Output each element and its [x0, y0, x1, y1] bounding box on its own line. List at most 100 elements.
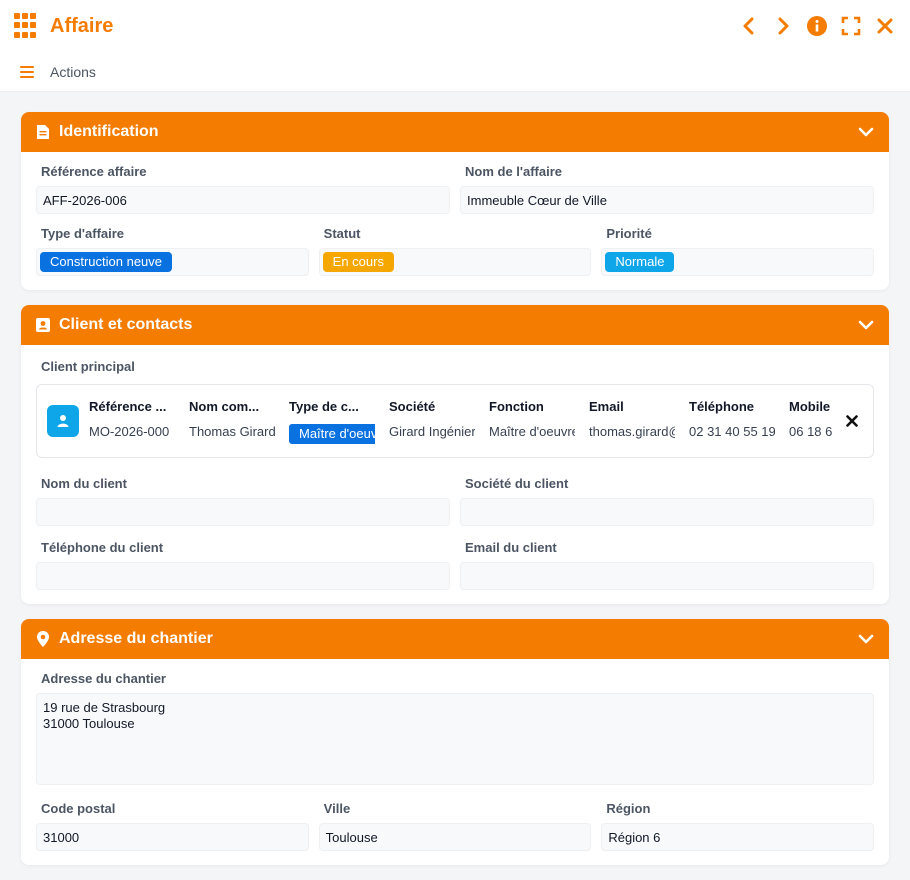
client-col-type: Type de c... Maître d'oeuvre — [289, 399, 389, 444]
address-section: Adresse du chantier Adresse du chantier … — [21, 619, 889, 865]
client-col-value: Thomas Girard — [189, 423, 275, 439]
priority-label: Priorité — [606, 226, 652, 241]
region-label: Région — [606, 801, 651, 816]
client-col-value: MO-2026-000 — [89, 423, 170, 439]
hamburger-menu-icon[interactable] — [20, 65, 34, 78]
client-col-header: Type de c... — [289, 398, 359, 414]
type-field: Type d'affaire Construction neuve — [36, 226, 309, 276]
name-field: Nom de l'affaire Immeuble Cœur de Ville — [460, 164, 874, 214]
main-client-label: Client principal — [41, 359, 135, 374]
chevron-down-icon[interactable] — [857, 123, 875, 141]
remove-client-icon[interactable] — [841, 415, 863, 427]
identification-body: Référence affaire AFF-2026-006 Nom de l'… — [21, 152, 889, 290]
info-icon[interactable] — [806, 15, 828, 37]
postal-code-field: Code postal 31000 — [36, 801, 309, 851]
address-title: Adresse du chantier — [59, 630, 213, 647]
address-row-2: Code postal 31000 Ville Toulouse Région … — [36, 801, 875, 851]
client-col-mobile: Mobile 06 18 6 — [789, 399, 835, 444]
client-col-value: thomas.girard@ — [589, 423, 675, 439]
client-col-value: 02 31 40 55 19 — [689, 423, 775, 439]
client-body: Client principal Référence ... MO-2026-0… — [21, 345, 889, 604]
client-email-field: Email du client — [460, 540, 874, 590]
region-select[interactable]: Région 6 — [601, 823, 875, 851]
site-address-textarea[interactable]: 19 rue de Strasbourg 31000 Toulouse — [36, 693, 874, 785]
region-field: Région Région 6 — [601, 801, 875, 851]
chevron-left-icon[interactable] — [738, 15, 760, 37]
postal-code-label: Code postal — [41, 801, 116, 816]
actions-menu-label[interactable]: Actions — [50, 64, 96, 80]
identification-header[interactable]: Identification — [21, 112, 889, 152]
name-label: Nom de l'affaire — [465, 164, 563, 179]
client-col-function: Fonction Maître d'oeuvre — [489, 399, 589, 444]
client-col-header: Société — [389, 398, 436, 414]
client-row-2: Téléphone du client Email du client — [36, 540, 874, 590]
client-name-label: Nom du client — [41, 476, 127, 491]
client-email-input[interactable] — [460, 562, 874, 590]
window-title: Affaire — [50, 14, 114, 37]
type-label: Type d'affaire — [41, 226, 125, 241]
client-email-label: Email du client — [465, 540, 557, 555]
client-col-value: Maître d'oeuvre — [489, 423, 575, 439]
client-section: Client et contacts Client principal Réfé… — [21, 305, 889, 604]
priority-field: Priorité Normale — [601, 226, 875, 276]
client-phone-label: Téléphone du client — [41, 540, 164, 555]
client-col-phone: Téléphone 02 31 40 55 19 — [689, 399, 789, 444]
client-company-field: Société du client — [460, 476, 874, 526]
priority-select[interactable]: Normale — [601, 248, 875, 276]
address-header[interactable]: Adresse du chantier — [21, 619, 889, 659]
chevron-down-icon[interactable] — [857, 316, 875, 334]
client-col-name: Nom com... Thomas Girard — [189, 399, 289, 444]
client-name-field: Nom du client — [36, 476, 450, 526]
client-phone-input[interactable] — [36, 562, 450, 590]
close-icon[interactable] — [874, 15, 896, 37]
chevron-right-icon[interactable] — [772, 15, 794, 37]
address-body: Adresse du chantier 19 rue de Strasbourg… — [21, 659, 889, 865]
site-address-field: Adresse du chantier 19 rue de Strasbourg… — [36, 671, 874, 785]
main-client-card[interactable]: Référence ... MO-2026-000 Nom com... Tho… — [36, 384, 874, 458]
status-field: Statut En cours — [318, 226, 592, 276]
name-input[interactable]: Immeuble Cœur de Ville — [460, 186, 874, 214]
contact-card-icon — [35, 317, 51, 333]
client-col-header: Mobile — [789, 398, 831, 414]
status-select[interactable]: En cours — [318, 248, 592, 276]
person-icon — [47, 405, 79, 437]
client-type-badge: Maître d'oeuvre — [289, 423, 375, 444]
client-columns: Référence ... MO-2026-000 Nom com... Tho… — [89, 399, 835, 444]
city-label: Ville — [323, 801, 351, 816]
client-row-1: Nom du client Société du client — [36, 476, 874, 526]
client-col-company: Société Girard Ingénierie — [389, 399, 489, 444]
map-pin-icon — [35, 631, 51, 647]
city-input[interactable]: Toulouse — [318, 823, 592, 851]
priority-badge: Normale — [605, 252, 675, 272]
site-address-label: Adresse du chantier — [41, 671, 166, 686]
client-company-label: Société du client — [465, 476, 569, 491]
grid-icon[interactable] — [14, 13, 40, 39]
status-label: Statut — [323, 226, 361, 241]
fullscreen-icon[interactable] — [840, 15, 862, 37]
client-col-header: Email — [589, 398, 624, 414]
identification-title: Identification — [59, 123, 159, 140]
window-header: Affaire — [0, 0, 910, 52]
type-select[interactable]: Construction neuve — [36, 248, 309, 276]
identification-row-2: Type d'affaire Construction neuve Statut… — [36, 226, 875, 276]
client-title: Client et contacts — [59, 316, 193, 333]
client-col-email: Email thomas.girard@ — [589, 399, 689, 444]
document-icon — [35, 124, 51, 140]
postal-code-input[interactable]: 31000 — [36, 823, 309, 851]
client-col-header: Nom com... — [189, 398, 260, 414]
chevron-down-icon[interactable] — [857, 630, 875, 648]
client-phone-field: Téléphone du client — [36, 540, 450, 590]
app-window: Affaire Actions Identification Référence… — [0, 0, 910, 880]
client-col-value: 06 18 6 — [789, 423, 833, 439]
client-name-input[interactable] — [36, 498, 450, 526]
client-col-value: Girard Ingénierie — [389, 423, 475, 439]
client-header[interactable]: Client et contacts — [21, 305, 889, 345]
client-company-input[interactable] — [460, 498, 874, 526]
identification-row-1: Référence affaire AFF-2026-006 Nom de l'… — [36, 164, 874, 214]
reference-input[interactable]: AFF-2026-006 — [36, 186, 450, 214]
city-field: Ville Toulouse — [318, 801, 592, 851]
client-col-header: Fonction — [489, 398, 544, 414]
status-badge: En cours — [322, 252, 394, 272]
client-col-value: Maître d'oeuvre — [289, 423, 375, 444]
reference-field: Référence affaire AFF-2026-006 — [36, 164, 450, 214]
